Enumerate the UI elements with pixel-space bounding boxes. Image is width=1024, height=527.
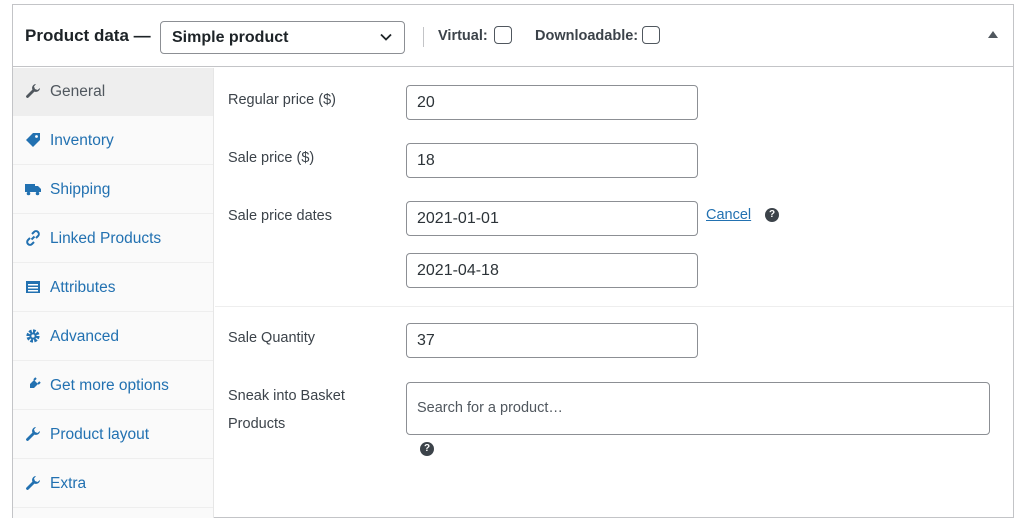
- gear-icon: [26, 329, 40, 343]
- wrench-icon: [26, 84, 40, 98]
- list-icon: [26, 281, 40, 293]
- tab-general[interactable]: General: [13, 68, 213, 116]
- product-search-input[interactable]: Search for a product…: [406, 382, 990, 435]
- tab-label: General: [50, 83, 106, 100]
- tab-attributes[interactable]: Attributes: [13, 264, 213, 312]
- header-separator: [423, 27, 424, 47]
- downloadable-label: Downloadable:: [535, 28, 639, 44]
- help-icon[interactable]: ?: [765, 208, 779, 222]
- sale-price-input[interactable]: 18: [406, 143, 698, 178]
- tab-label: Shipping: [50, 181, 111, 198]
- plugin-icon: [27, 377, 41, 391]
- basket-products-label-line1: Sneak into Basket: [228, 388, 345, 404]
- wrench-icon: [26, 476, 40, 490]
- section-divider: [215, 306, 1013, 307]
- help-icon[interactable]: ?: [420, 442, 434, 456]
- product-data-panel: Product data — Simple product Virtual: D…: [12, 4, 1014, 518]
- link-icon: [26, 230, 40, 246]
- tab-label: Advanced: [50, 328, 119, 345]
- collapse-toggle-icon[interactable]: [988, 31, 998, 38]
- chevron-down-icon: [380, 33, 392, 41]
- downloadable-checkbox[interactable]: [642, 26, 660, 44]
- tab-label: Inventory: [50, 132, 114, 149]
- panel-header: Product data — Simple product Virtual: D…: [13, 5, 1013, 67]
- sale-date-to-input[interactable]: 2021-04-18: [406, 253, 698, 288]
- tab-label: Extra: [50, 475, 87, 492]
- tag-icon: [26, 133, 40, 147]
- tab-inventory[interactable]: Inventory: [13, 117, 213, 165]
- tab-get-more-options[interactable]: Get more options: [13, 362, 213, 410]
- cancel-schedule-link[interactable]: Cancel: [706, 207, 751, 223]
- tab-label: Product layout: [50, 426, 150, 443]
- wrench-icon: [26, 427, 40, 441]
- product-type-value: Simple product: [172, 29, 289, 46]
- tab-linked-products[interactable]: Linked Products: [13, 215, 213, 263]
- product-data-tabs: General Inventory Shipping Linked Produc…: [13, 68, 214, 518]
- tab-product-layout[interactable]: Product layout: [13, 411, 213, 459]
- sale-date-from-input[interactable]: 2021-01-01: [406, 201, 698, 236]
- tab-label: Linked Products: [50, 230, 162, 247]
- basket-products-label-line2: Products: [228, 416, 286, 432]
- virtual-checkbox[interactable]: [494, 26, 512, 44]
- sale-dates-label: Sale price dates: [228, 208, 332, 224]
- sale-price-label: Sale price ($): [228, 150, 315, 166]
- tab-label: Attributes: [50, 279, 116, 296]
- sale-quantity-label: Sale Quantity: [228, 330, 316, 346]
- regular-price-input[interactable]: 20: [406, 85, 698, 120]
- sale-quantity-input[interactable]: 37: [406, 323, 698, 358]
- tab-extra[interactable]: Extra: [13, 460, 213, 508]
- truck-icon: [25, 184, 41, 196]
- tab-label: Get more options: [50, 377, 169, 394]
- tab-advanced[interactable]: Advanced: [13, 313, 213, 361]
- tab-shipping[interactable]: Shipping: [13, 166, 213, 214]
- panel-title: Product data —: [25, 26, 151, 45]
- regular-price-label: Regular price ($): [228, 92, 336, 108]
- product-type-select[interactable]: Simple product: [160, 21, 405, 54]
- virtual-label: Virtual:: [438, 28, 488, 44]
